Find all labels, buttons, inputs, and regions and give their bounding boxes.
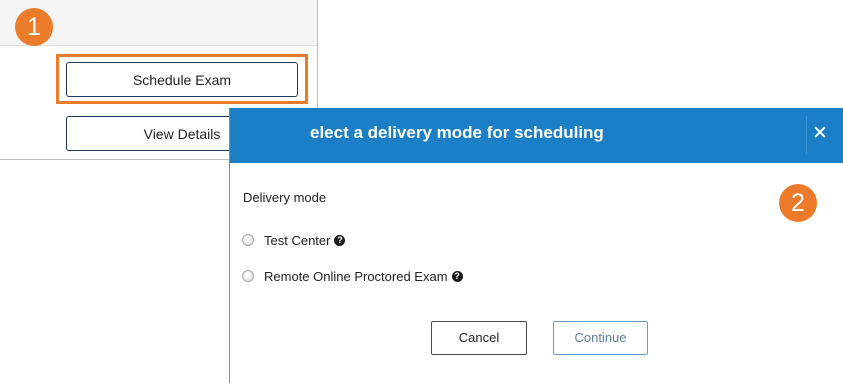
help-circle-icon[interactable]: ? xyxy=(334,234,346,246)
radio-button-icon[interactable] xyxy=(242,234,254,246)
radio-option-remote-online[interactable]: Remote Online Proctored Exam ? xyxy=(242,267,463,285)
radio-label-test-center: Test Center xyxy=(264,232,331,248)
dialog-title: elect a delivery mode for scheduling xyxy=(310,123,604,142)
step-badge-1: 1 xyxy=(15,8,53,46)
radio-label-remote-online: Remote Online Proctored Exam xyxy=(264,268,448,284)
continue-button[interactable]: Continue xyxy=(553,321,648,355)
delivery-mode-dialog: elect a delivery mode for scheduling ✕ D… xyxy=(229,108,843,383)
close-divider xyxy=(806,116,807,154)
radio-option-test-center[interactable]: Test Center ? xyxy=(242,231,346,249)
cancel-button[interactable]: Cancel xyxy=(431,321,527,355)
schedule-exam-button[interactable]: Schedule Exam xyxy=(66,62,298,97)
radio-button-icon[interactable] xyxy=(242,270,254,282)
dialog-header: elect a delivery mode for scheduling ✕ xyxy=(230,108,843,163)
step-badge-2: 2 xyxy=(779,184,817,222)
close-icon[interactable]: ✕ xyxy=(808,120,832,148)
delivery-mode-label: Delivery mode xyxy=(243,190,327,205)
help-circle-icon[interactable]: ? xyxy=(451,270,463,282)
